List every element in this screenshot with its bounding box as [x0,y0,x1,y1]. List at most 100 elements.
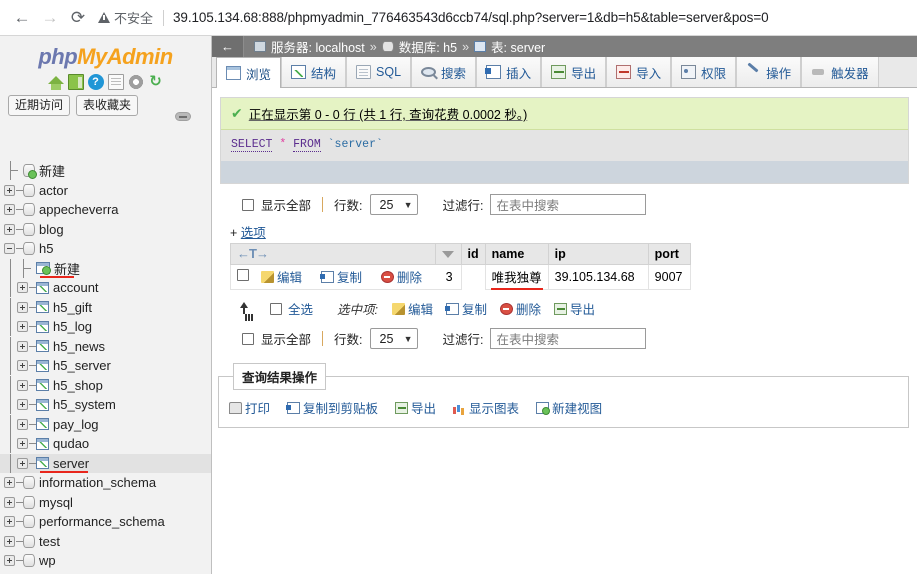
tree-item-h5_gift[interactable]: h5_gift [0,297,211,318]
column-header-port[interactable]: port [647,243,691,265]
tab-5[interactable]: 插入 [476,57,542,87]
forward-button[interactable]: → [36,4,64,32]
expand-icon[interactable] [17,457,28,469]
column-header-name[interactable]: name [484,243,549,265]
expand-icon[interactable] [17,301,28,313]
reload-icon[interactable]: ↻ [148,74,164,90]
row-edit-link[interactable]: 编辑 [261,267,302,286]
tree-item-[interactable]: 新建 [0,161,211,181]
row-copy-link[interactable]: 复制 [320,267,362,286]
sql-query-display[interactable]: SELECT * FROM `server` [221,130,908,161]
help-icon[interactable]: ? [87,74,104,90]
row-select-checkbox[interactable] [237,269,249,281]
expand-icon[interactable] [17,399,28,411]
expand-icon[interactable] [4,555,15,567]
collapse-icon[interactable] [4,243,15,255]
tree-item-h5_log[interactable]: h5_log [0,317,211,337]
show-all-checkbox-bottom[interactable] [242,332,254,345]
move-up-icon[interactable] [236,301,258,316]
tree-item-account[interactable]: account [0,278,211,298]
breadcrumb-database[interactable]: 数据库: h5 [399,37,457,56]
tab-4[interactable]: 搜索 [411,57,477,87]
tab-6[interactable]: 导出 [541,57,607,87]
expand-icon[interactable] [4,477,15,489]
favorite-tables-tab[interactable]: 表收藏夹 [76,95,139,117]
expand-icon[interactable] [17,379,28,391]
expand-icon[interactable] [4,223,15,235]
documentation-icon[interactable] [107,74,124,90]
show-all-checkbox-top[interactable] [242,198,254,211]
expand-icon[interactable] [4,535,15,547]
tree-item-h5_shop[interactable]: h5_shop [0,375,211,396]
tree-item-[interactable]: 新建 [0,258,211,278]
tab-1[interactable]: 浏览 [216,57,282,88]
tree-item-pay_log[interactable]: pay_log [0,414,211,435]
tree-item-server[interactable]: server [0,453,211,473]
print-link[interactable]: 打印 [229,398,270,417]
breadcrumb-server[interactable]: 服务器: localhost [271,37,365,56]
row-delete-link[interactable]: 删除 [381,267,422,286]
expand-icon[interactable] [4,496,15,508]
tree-item-qudao[interactable]: qudao [0,434,211,454]
expand-icon[interactable] [4,516,15,528]
bulk-delete-link[interactable]: 删除 [500,299,541,318]
check-all-label[interactable]: 全选 [288,299,313,318]
expand-icon[interactable] [17,340,28,352]
filter-input-top[interactable]: 在表中搜索 [490,194,647,215]
phpmyadmin-logo[interactable]: phpMyAdmin [0,36,211,72]
check-all-checkbox[interactable] [270,302,282,315]
show-chart-link[interactable]: 显示图表 [453,398,519,417]
tab-2[interactable]: 结构 [281,57,347,87]
sidebar-collapse-handle[interactable] [175,112,191,121]
expand-icon[interactable] [17,418,28,430]
tree-item-actor[interactable]: actor [0,181,211,201]
tab-7[interactable]: 导入 [606,57,672,87]
tree-item-mysql[interactable]: mysql [0,493,211,513]
create-view-link[interactable]: 新建视图 [536,398,602,417]
tree-item-h5_server[interactable]: h5_server [0,356,211,376]
tab-8[interactable]: 权限 [671,57,737,87]
bulk-edit-link[interactable]: 编辑 [392,299,433,318]
breadcrumb-back-button[interactable]: ← [212,36,244,57]
bulk-export-link[interactable]: 导出 [554,299,595,318]
tab-10[interactable]: 触发器 [801,57,879,87]
tree-item-information_schema[interactable]: information_schema [0,473,211,493]
copy-to-clipboard-link[interactable]: 复制到剪贴板 [286,398,378,417]
tab-9[interactable]: 操作 [736,57,802,87]
tree-item-wp[interactable]: wp [0,551,211,571]
tree-item-blog[interactable]: blog [0,220,211,240]
sort-header[interactable] [434,243,462,265]
expand-icon[interactable] [4,204,15,216]
address-bar[interactable]: 不安全 39.105.134.68:888/phpmyadmin_7764635… [98,5,909,31]
logout-icon[interactable] [67,74,84,90]
tree-item-h5_system[interactable]: h5_system [0,395,211,415]
home-icon[interactable] [47,76,64,90]
options-toggle[interactable]: + 选项 [212,215,917,243]
row-nav-arrows[interactable]: ←T→ [237,246,269,261]
tree-item-h5_news[interactable]: h5_news [0,336,211,357]
bulk-copy-link[interactable]: 复制 [445,299,487,318]
security-status[interactable]: 不安全 [98,8,161,27]
settings-gear-icon[interactable] [127,74,144,90]
expand-icon[interactable] [17,438,28,450]
tab-3[interactable]: SQL [346,57,412,87]
tree-item-test[interactable]: test [0,532,211,552]
tree-item-h5[interactable]: h5 [0,239,211,259]
tree-item-performance_schema[interactable]: performance_schema [0,512,211,532]
breadcrumb-table[interactable]: 表: server [491,37,545,56]
expand-icon[interactable] [17,321,28,333]
expand-icon[interactable] [17,360,28,372]
column-header-id[interactable]: id [460,243,486,265]
export-link[interactable]: 导出 [395,398,436,417]
column-header-ip[interactable]: ip [547,243,649,265]
rows-select-bottom[interactable]: 25 ▼ [369,328,418,349]
tree-item-label: 新建 [39,164,66,180]
rows-select-top[interactable]: 25 ▼ [369,194,418,215]
expand-icon[interactable] [4,184,15,196]
tree-item-appecheverra[interactable]: appecheverra [0,200,211,220]
recent-tables-tab[interactable]: 近期访问 [8,95,71,117]
filter-input-bottom[interactable]: 在表中搜索 [490,328,647,349]
expand-icon[interactable] [17,282,28,294]
back-button[interactable]: ← [8,4,36,32]
reload-button[interactable]: ⟳ [64,4,92,32]
